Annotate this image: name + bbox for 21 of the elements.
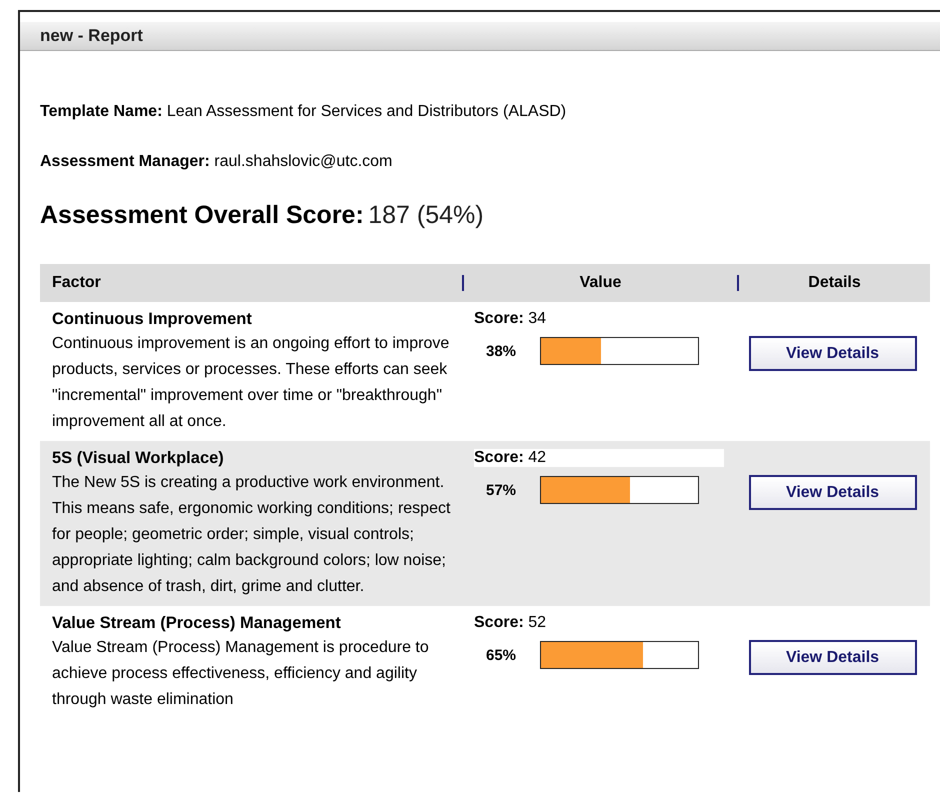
view-details-button[interactable]: View Details [748, 336, 916, 371]
score-text: Score: 42 [474, 449, 724, 467]
percent-text: 65% [485, 646, 518, 664]
column-header: Details [808, 274, 861, 292]
window-title: new - Report [40, 26, 143, 46]
factor-name: Continuous Improvement [52, 310, 253, 329]
percent-text: 57% [485, 482, 518, 498]
template-name: Template Name: Lean Assessment for Services and Distributors (ALASD) [40, 103, 568, 121]
factor-name: 5S (Visual Workplace) [52, 449, 225, 468]
assessment-manager: Assessment Manager: raul.shahslovic@utc.com [40, 153, 394, 171]
percent-text: 38% [485, 342, 518, 360]
overall-score-value: 187 (54%) [368, 201, 484, 229]
overall-score-label: Assessment Overall Score: [40, 201, 364, 229]
view-details-button[interactable]: View Details [748, 475, 916, 510]
view-details-button[interactable]: View Details [748, 640, 916, 675]
factor-description: Value Stream (Process) Management is procedure to achieve process effectiveness, efficiency and agility through waste elimination [52, 638, 430, 710]
factor-name: Value Stream (Process) Management [52, 614, 342, 633]
factor-description: Continuous improvement is an ongoing effort to improve products, services or processes. These efforts can seek "incremental" improvement over time or "breakthrough" improvement all at once. [52, 334, 450, 432]
column-header: Value [580, 274, 622, 292]
factor-description: The New 5S is creating a productive work environment. This means safe, ergonomic working conditions; respect for people; geometric order; simple, visual controls; appropriate lighting; calm background colors; low noise; and absence of trash, dirt, grime and clutter. [52, 473, 452, 597]
column-header: Factor [52, 274, 101, 292]
